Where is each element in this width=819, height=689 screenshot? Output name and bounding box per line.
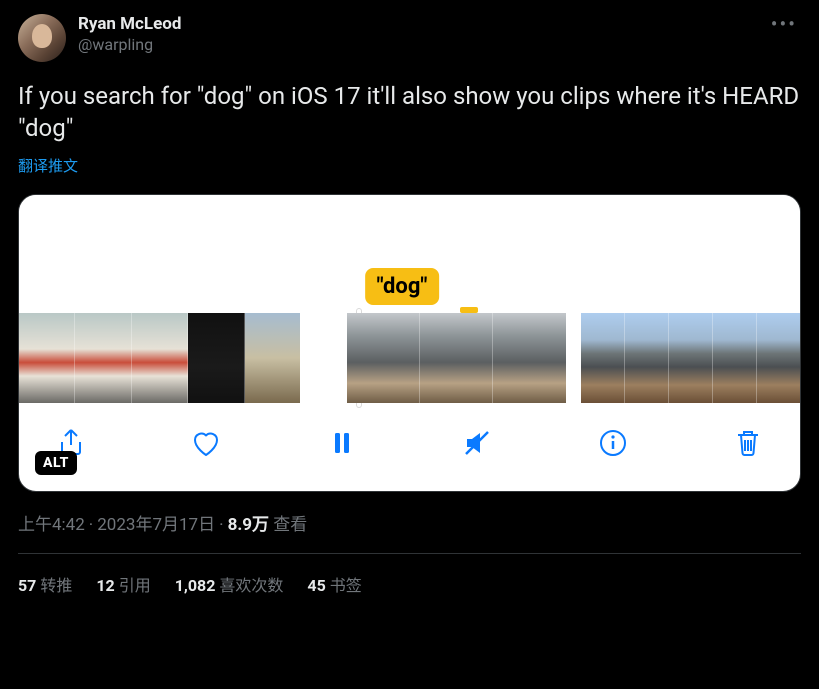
clip-group-1 [19,313,300,403]
media-toolbar [19,403,800,491]
timeline-frame [757,313,800,403]
tweet-date: 2023年7月17日 [97,515,215,535]
author-names[interactable]: Ryan McLeod @warpling [78,14,755,55]
tweet-stats: 57转推 12引用 1,082喜欢次数 45书签 [18,554,801,596]
handle: @warpling [78,35,755,55]
timeline-frame [19,313,75,403]
timeline-frame [132,313,188,403]
more-icon[interactable]: ••• [767,14,801,34]
stat-likes[interactable]: 1,082喜欢次数 [175,572,284,596]
clip-group-3 [581,313,800,403]
media-header-area: "dog" [19,195,800,313]
timeline-frame [581,313,625,403]
info-icon[interactable] [595,425,631,461]
translate-link[interactable]: 翻译推文 [18,155,801,176]
tweet-time: 上午4:42 [18,515,85,535]
mute-icon[interactable] [459,425,495,461]
timeline-frame [713,313,757,403]
timeline-frame [188,313,244,403]
alt-badge[interactable]: ALT [35,451,77,475]
stat-quotes[interactable]: 12引用 [96,572,150,596]
search-term-highlight: "dog" [365,268,440,305]
display-name: Ryan McLeod [78,14,755,35]
timeline-frame [75,313,131,403]
avatar[interactable] [18,14,66,62]
clip-group-2 [347,313,566,403]
timeline-frame [245,313,300,403]
timeline-frame [420,313,493,403]
timeline-frame [625,313,669,403]
timeline-frame [669,313,713,403]
stat-bookmarks[interactable]: 45书签 [307,572,361,596]
tweet-container: Ryan McLeod @warpling ••• If you search … [0,0,819,596]
tweet-text: If you search for "dog" on iOS 17 it'll … [18,80,801,145]
views-count: 8.9万 [228,515,269,535]
timeline-frame [347,313,420,403]
pause-icon[interactable] [324,425,360,461]
tweet-meta[interactable]: 上午4:42·2023年7月17日·8.9万 查看 [18,510,801,535]
tweet-header: Ryan McLeod @warpling ••• [18,14,801,62]
media-attachment[interactable]: "dog" [18,194,801,492]
trash-icon[interactable] [730,425,766,461]
timeline-frame [493,313,565,403]
views-label: 查看 [273,515,307,535]
video-timeline[interactable] [19,313,800,403]
heart-icon[interactable] [188,425,224,461]
stat-retweets[interactable]: 57转推 [18,572,72,596]
